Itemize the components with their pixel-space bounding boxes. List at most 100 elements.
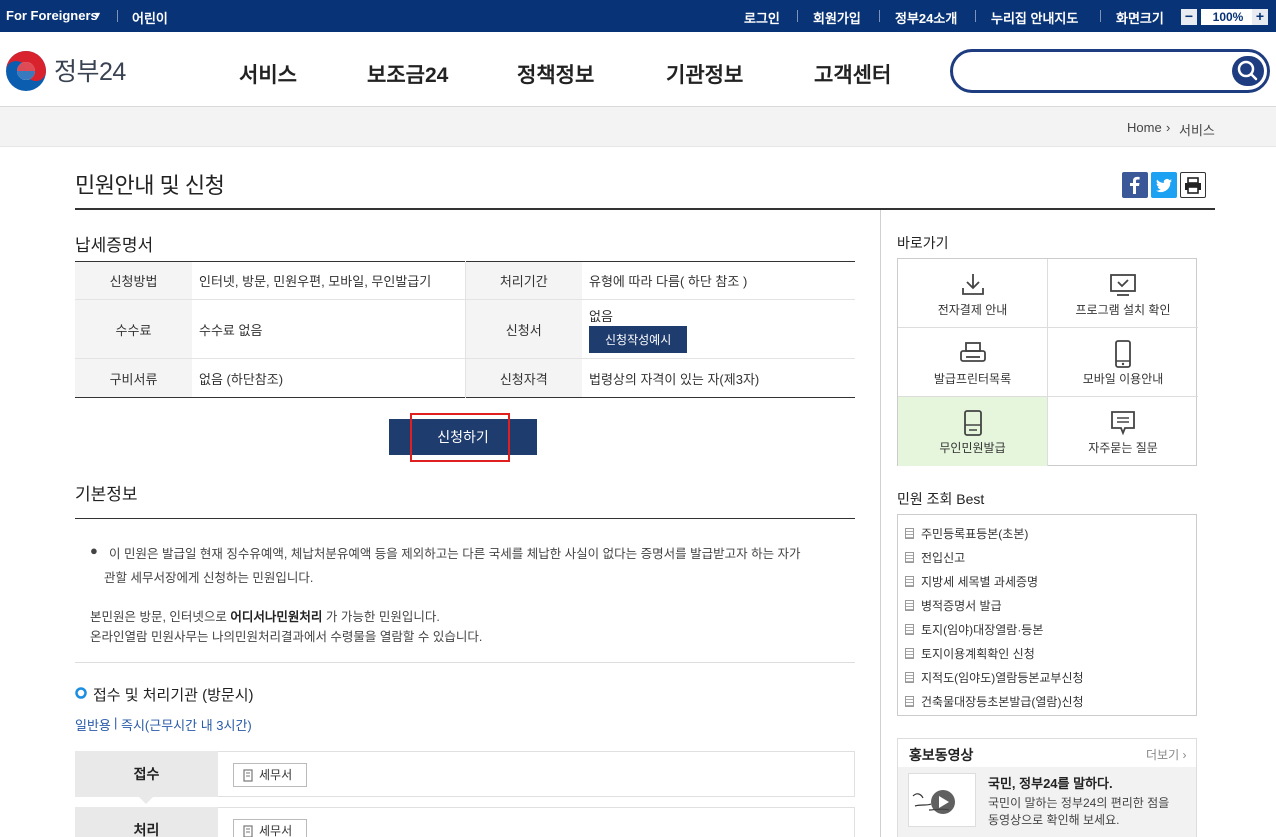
table-cell: 법령상의 자격이 있는 자(제3자) [589, 371, 760, 387]
service-info-table: 신청방법 인터넷, 방문, 민원우편, 모바일, 무인발급기 처리기간 유형에 … [75, 261, 855, 398]
process-type-a[interactable]: 일반용 [75, 715, 111, 734]
table-cell: 없음 신청작성예시 [582, 299, 855, 359]
list-item[interactable]: 지적도(임야도)열람등본교부신청 [905, 669, 1084, 686]
zoom-out-button[interactable]: − [1181, 9, 1197, 25]
tax-office-button[interactable]: 세무서 [233, 819, 307, 837]
promo-content: 국민, 정부24를 말하다. 국민이 말하는 정부24의 편리한 점을 동영상으… [898, 767, 1196, 837]
quick-link-printer-list[interactable]: 발급프린터목록 [898, 328, 1048, 397]
quick-link-payment[interactable]: 전자결제 안내 [898, 259, 1048, 328]
divider [117, 10, 118, 22]
monitor-check-icon [1110, 274, 1136, 296]
nav-policy[interactable]: 정책정보 [517, 59, 594, 89]
document-icon [905, 624, 914, 635]
search-button[interactable] [1232, 56, 1264, 86]
play-icon [912, 790, 955, 814]
availability-text-bold: 어디서나민원처리 [230, 610, 323, 624]
list-item[interactable]: 전입신고 [905, 549, 965, 566]
promo-headline[interactable]: 국민, 정부24를 말하다. [988, 773, 1113, 792]
quick-link-label: 전자결제 안내 [937, 303, 1008, 317]
process-reception-label: 접수 [75, 751, 218, 797]
sitemap-link[interactable]: 누리집 안내지도 [991, 8, 1078, 27]
for-foreigners-link[interactable]: For Foreigners [6, 8, 98, 23]
circle-bullet-icon [75, 687, 87, 699]
quick-link-mobile-guide[interactable]: 모바일 이용안내 [1048, 328, 1198, 397]
divider [1100, 10, 1101, 22]
process-type-b[interactable]: 즉시(근무시간 내 3시간) [121, 715, 252, 734]
list-item[interactable]: 병적증명서 발급 [905, 597, 1002, 614]
section-divider [75, 662, 855, 663]
breadcrumb-current[interactable]: 서비스 [1179, 120, 1215, 139]
document-icon [905, 648, 914, 659]
table-header-cell: 신청자격 [464, 358, 582, 398]
table-cell: 유형에 따라 다름( 하단 참조 ) [582, 261, 855, 300]
list-item[interactable]: 지방세 세목별 과세증명 [905, 573, 1038, 590]
online-view-text: 온라인열람 민원사무는 나의민원처리결과에서 수령물을 열람할 수 있습니다. [90, 630, 483, 644]
zoom-in-button[interactable]: + [1252, 9, 1268, 25]
divider [975, 10, 976, 22]
login-link[interactable]: 로그인 [744, 8, 780, 27]
nav-subsidy[interactable]: 보조금24 [367, 59, 448, 89]
building-icon [243, 769, 253, 782]
breadcrumb-home[interactable]: Home [1127, 120, 1162, 135]
facebook-share-button[interactable] [1122, 172, 1148, 198]
chevron-right-icon: › [1182, 748, 1187, 762]
promo-video-box: 홍보동영상 더보기 › 국민, 정부24를 말하다. 국민이 말하는 정부24의… [897, 738, 1197, 837]
service-title: 납세증명서 [75, 236, 154, 255]
bullet-icon: ● [90, 543, 98, 558]
process-title: 접수 및 처리기관 (방문시) [93, 687, 254, 704]
document-icon [905, 528, 914, 539]
twitter-icon [1156, 178, 1172, 193]
kids-link[interactable]: 어린이 [132, 8, 168, 27]
application-form-value: 없음 [589, 308, 613, 324]
chevron-down-icon[interactable]: ▼ [93, 10, 102, 20]
quick-link-label: 자주묻는 질문 [1088, 441, 1158, 455]
video-thumbnail[interactable] [908, 773, 976, 827]
screen-size-label: 화면크기 [1116, 11, 1164, 26]
tax-office-button[interactable]: 세무서 [233, 763, 307, 787]
more-link[interactable]: 더보기 › [1146, 746, 1186, 763]
page-title: 민원안내 및 신청 [75, 173, 225, 198]
basic-info-line-2: 관할 세무서장에게 신청하는 민원입니다. [104, 571, 314, 585]
nav-customer-center[interactable]: 고객센터 [814, 59, 891, 89]
process-divider: | [114, 715, 118, 730]
quick-links-title: 바로가기 [897, 235, 949, 251]
form-example-button[interactable]: 신청작성예시 [589, 325, 688, 353]
twitter-share-button[interactable] [1151, 172, 1177, 198]
list-item[interactable]: 주민등록표등본(초본) [905, 525, 1028, 542]
document-icon [905, 576, 914, 587]
quick-link-kiosk[interactable]: 무인민원발급 [898, 397, 1048, 466]
process-handling-label: 처리 [75, 807, 218, 837]
about-link[interactable]: 정부24소개 [895, 8, 957, 27]
list-item[interactable]: 건축물대장등초본발급(열람)신청 [905, 693, 1084, 710]
quick-link-faq[interactable]: 자주묻는 질문 [1048, 397, 1198, 466]
download-icon [962, 274, 984, 295]
print-button[interactable] [1180, 172, 1206, 198]
table-cell: 없음 (하단참조) [199, 371, 284, 387]
signup-link[interactable]: 회원가입 [813, 8, 861, 27]
nav-services[interactable]: 서비스 [239, 59, 297, 89]
breadcrumb-separator-icon: › [1166, 120, 1171, 135]
more-link-label: 더보기 [1146, 748, 1180, 762]
divider [879, 10, 880, 22]
table-header-cell: 처리기간 [464, 261, 582, 300]
process-handling-cell: 세무서 [218, 807, 855, 837]
best-title: 민원 조회 Best [897, 491, 985, 507]
table-header-cell: 신청서 [464, 299, 582, 359]
list-item-label: 병적증명서 발급 [921, 599, 1002, 613]
quick-link-program-check[interactable]: 프로그램 설치 확인 [1048, 259, 1198, 328]
nav-agency[interactable]: 기관정보 [666, 59, 743, 89]
list-item[interactable]: 토지(임야)대장열람·등본 [905, 621, 1043, 638]
divider [797, 10, 798, 22]
site-logo[interactable]: 정부24 [54, 52, 126, 88]
availability-text-pre: 본민원은 방문, 인터넷으로 [90, 610, 231, 624]
table-row: 신청방법 인터넷, 방문, 민원우편, 모바일, 무인발급기 처리기간 유형에 … [75, 261, 855, 300]
search-icon [1237, 60, 1258, 81]
tax-office-label: 세무서 [259, 768, 293, 782]
list-item[interactable]: 토지이용계획확인 신청 [905, 645, 1035, 662]
list-item-label: 지적도(임야도)열람등본교부신청 [921, 671, 1084, 685]
taeguk-logo-icon[interactable] [5, 50, 47, 92]
search-input[interactable] [967, 60, 1217, 82]
promo-desc-line-1: 국민이 말하는 정부24의 편리한 점을 [988, 796, 1170, 810]
printer-icon [960, 342, 986, 362]
table-header-cell: 수수료 [75, 299, 192, 359]
